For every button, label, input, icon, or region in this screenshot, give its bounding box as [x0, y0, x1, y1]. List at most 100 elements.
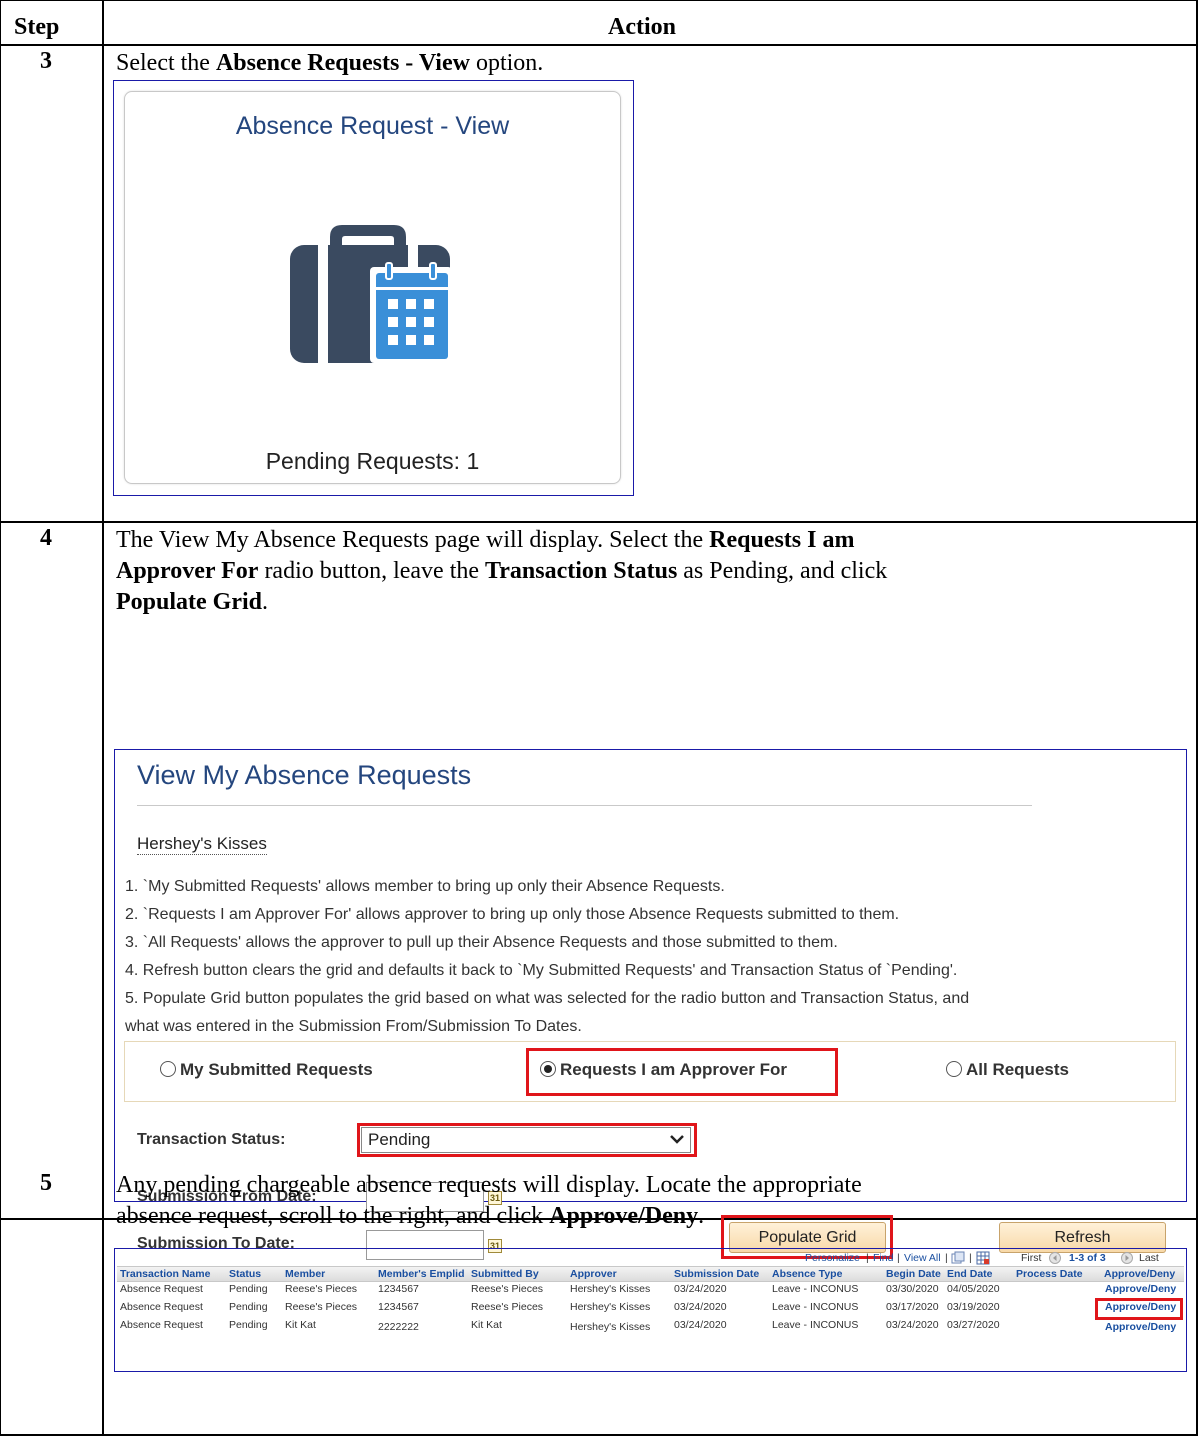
- table-cell: Hershey's Kisses: [570, 1301, 651, 1313]
- view-all-link[interactable]: View All: [904, 1252, 941, 1264]
- table-cell: Kit Kat: [285, 1319, 316, 1331]
- tile-title: Absence Request - View: [235, 112, 510, 140]
- column-header[interactable]: Approve/Deny: [1104, 1268, 1175, 1280]
- step5-instruction: Any pending chargeable absence requests …: [116, 1172, 862, 1229]
- column-header[interactable]: End Date: [947, 1268, 993, 1280]
- column-header[interactable]: Process Date: [1016, 1268, 1083, 1280]
- grid-header-row: Transaction Name Status Member Member's …: [117, 1266, 1184, 1282]
- absence-request-view-tile[interactable]: Absence Request - View Pending Requests:…: [124, 91, 621, 484]
- table-cell: Reese's Pieces: [285, 1301, 358, 1313]
- user-name: Hershey's Kisses: [137, 834, 267, 855]
- table-cell: 03/19/2020: [947, 1301, 1000, 1313]
- separator: |: [897, 1252, 900, 1264]
- transaction-status-label: Transaction Status:: [137, 1131, 286, 1148]
- table-cell: Pending: [229, 1283, 268, 1295]
- table-row: Absence Request Pending Reese's Pieces 1…: [117, 1300, 1184, 1316]
- last-page-link[interactable]: Last: [1139, 1252, 1159, 1264]
- table-cell: 03/30/2020: [886, 1283, 939, 1295]
- first-page-link[interactable]: First: [1021, 1252, 1041, 1264]
- table-cell: 1234567: [378, 1283, 419, 1295]
- screenshot-frame: Absence Request - View Pending Requests:…: [113, 80, 634, 496]
- briefcase-calendar-icon: [290, 217, 452, 372]
- highlight-approver-radio: [526, 1048, 838, 1096]
- table-cell: Reese's Pieces: [471, 1283, 544, 1295]
- table-cell: Leave - INCONUS: [772, 1283, 859, 1295]
- table-border-top: [0, 0, 1198, 1]
- table-border-left: [0, 0, 1, 1436]
- step-number: 4: [40, 525, 52, 551]
- table-cell: Reese's Pieces: [285, 1283, 358, 1295]
- table-cell: 2222222: [378, 1321, 419, 1333]
- find-link[interactable]: Find: [873, 1252, 893, 1264]
- highlight-approve-deny: [1095, 1298, 1183, 1320]
- table-cell: 03/17/2020: [886, 1301, 939, 1313]
- approve-deny-link[interactable]: Approve/Deny: [1105, 1321, 1176, 1333]
- table-cell: 04/05/2020: [947, 1283, 1000, 1295]
- table-cell: Kit Kat: [471, 1319, 502, 1331]
- step-number: 3: [40, 48, 52, 74]
- header-action: Action: [608, 14, 676, 40]
- table-row: Absence Request Pending Kit Kat 2222222 …: [117, 1318, 1184, 1334]
- procedure-table: Step Action 3 Select the Absence Request…: [0, 0, 1198, 1436]
- new-window-icon[interactable]: [951, 1251, 965, 1265]
- step4-instruction: The View My Absence Requests page will d…: [116, 527, 888, 615]
- personalize-link[interactable]: Personalize: [805, 1252, 860, 1264]
- table-cell: Reese's Pieces: [471, 1301, 544, 1313]
- column-header[interactable]: Submitted By: [471, 1268, 539, 1280]
- table-cell: Pending: [229, 1301, 268, 1313]
- download-grid-icon[interactable]: [976, 1251, 990, 1265]
- title-divider: [137, 805, 1032, 806]
- table-cell: Absence Request: [120, 1301, 203, 1313]
- instruction-line: 4. Refresh button clears the grid and de…: [125, 962, 958, 979]
- column-header[interactable]: Member: [285, 1268, 325, 1280]
- page-title: View My Absence Requests: [137, 760, 472, 790]
- instruction-line: 2. `Requests I am Approver For' allows a…: [125, 906, 900, 923]
- separator: |: [969, 1252, 972, 1264]
- column-header[interactable]: Transaction Name: [120, 1268, 210, 1280]
- table-row-rule: [0, 521, 1198, 523]
- column-header[interactable]: Approver: [570, 1268, 617, 1280]
- approve-deny-link[interactable]: Approve/Deny: [1105, 1283, 1176, 1295]
- table-cell: 1234567: [378, 1301, 419, 1313]
- view-absence-requests-panel: View My Absence Requests Hershey's Kisse…: [114, 749, 1187, 1260]
- radio-my-submitted-requests[interactable]: My Submitted Requests: [160, 1060, 373, 1080]
- table-row: Absence Request Pending Reese's Pieces 1…: [117, 1282, 1184, 1298]
- table-cell: 03/27/2020: [947, 1319, 1000, 1331]
- instruction-line: 3. `All Requests' allows the approver to…: [125, 934, 838, 951]
- instruction-line: 1. `My Submitted Requests' allows member…: [125, 878, 725, 895]
- row-range: 1-3 of 3: [1069, 1252, 1106, 1264]
- previous-page-icon[interactable]: [1049, 1252, 1061, 1264]
- radio-all-requests[interactable]: All Requests: [946, 1060, 1069, 1080]
- column-header[interactable]: Absence Type: [772, 1268, 842, 1280]
- pending-requests-count: Pending Requests: 1: [265, 448, 480, 474]
- column-header[interactable]: Status: [229, 1268, 261, 1280]
- table-cell: 03/24/2020: [886, 1319, 939, 1331]
- grid-toolbar: Personalize | Find | View All | | First …: [115, 1251, 1186, 1266]
- header-step: Step: [14, 14, 60, 40]
- table-cell: 03/24/2020: [674, 1319, 727, 1331]
- instruction-line: 5. Populate Grid button populates the gr…: [125, 990, 970, 1007]
- step-number: 5: [40, 1170, 52, 1196]
- separator: |: [945, 1252, 948, 1264]
- highlight-transaction-status: [357, 1123, 697, 1157]
- step3-instruction: Select the Absence Requests - View optio…: [116, 50, 544, 76]
- table-column-rule: [102, 0, 104, 1436]
- table-cell: 03/24/2020: [674, 1283, 727, 1295]
- radio-unselected-icon: [946, 1061, 962, 1077]
- table-cell: Hershey's Kisses: [570, 1283, 651, 1295]
- separator: |: [866, 1252, 869, 1264]
- column-header[interactable]: Submission Date: [674, 1268, 759, 1280]
- table-cell: Absence Request: [120, 1283, 203, 1295]
- column-header[interactable]: Member's Emplid: [378, 1268, 465, 1280]
- table-cell: Leave - INCONUS: [772, 1301, 859, 1313]
- column-header[interactable]: Begin Date: [886, 1268, 941, 1280]
- table-cell: Leave - INCONUS: [772, 1319, 859, 1331]
- radio-unselected-icon: [160, 1061, 176, 1077]
- table-header-rule: [0, 44, 1198, 46]
- table-cell: Hershey's Kisses: [570, 1321, 651, 1333]
- instruction-line: what was entered in the Submission From/…: [125, 1018, 582, 1035]
- absence-requests-grid: Personalize | Find | View All | | First …: [114, 1248, 1187, 1372]
- table-cell: Pending: [229, 1319, 268, 1331]
- next-page-icon[interactable]: [1121, 1252, 1133, 1264]
- table-cell: Absence Request: [120, 1319, 203, 1331]
